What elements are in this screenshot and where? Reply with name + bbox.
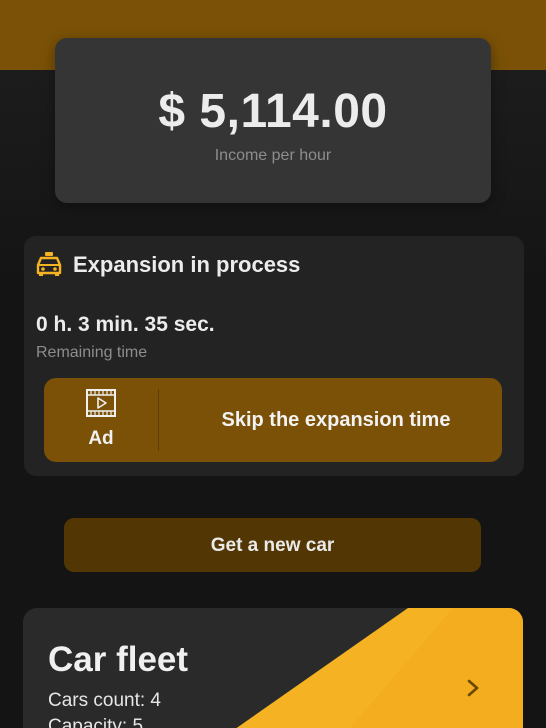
get-new-car-label: Get a new car (210, 535, 335, 556)
video-ad-icon (86, 389, 116, 417)
game-screen: $ 5,114.00 Income per hour Expansion in … (0, 0, 546, 728)
remaining-time-value: 0 h. 3 min. 35 sec. (36, 313, 215, 336)
button-divider (158, 389, 159, 451)
fleet-capacity: Capacity: 5 (48, 716, 144, 728)
ad-label: Ad (88, 428, 114, 449)
skip-expansion-label: Skip the expansion time (221, 409, 451, 431)
chevron-right-icon[interactable] (465, 678, 481, 698)
expansion-title: Expansion in process (73, 252, 301, 277)
taxi-icon (36, 252, 62, 276)
remaining-time-label: Remaining time (36, 344, 148, 361)
fleet-cars-count: Cars count: 4 (48, 690, 161, 711)
fleet-title: Car fleet (48, 640, 189, 679)
income-value: $ 5,114.00 (158, 85, 388, 138)
income-label: Income per hour (214, 147, 332, 164)
